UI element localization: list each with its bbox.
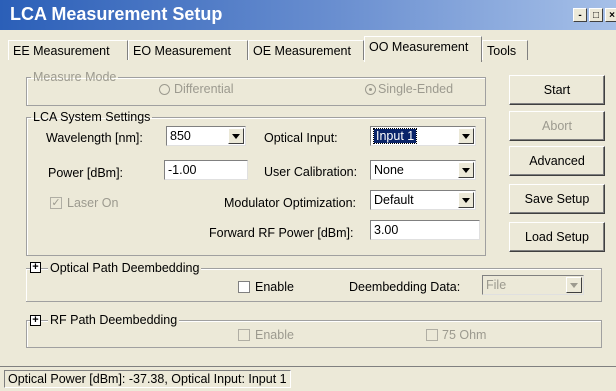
load-setup-button[interactable]: Load Setup [509,222,605,252]
forward-rf-power-label: Forward RF Power [dBm]: [209,226,354,240]
lca-setup-window: LCA Measurement Setup - □ × EE Measureme… [0,0,616,391]
differential-label: Differential [174,82,234,96]
optical-input-select[interactable]: Input 1 [370,126,476,146]
rf-deembedding-legend: RF Path Deembedding [48,313,180,327]
chevron-down-icon[interactable] [458,128,474,144]
chevron-down-icon[interactable] [458,162,474,178]
tab-eo-measurement[interactable]: EO Measurement [128,40,248,60]
wavelength-value: 850 [170,129,191,143]
rf-enable-checkbox[interactable] [238,329,250,341]
power-label: Power [dBm]: [48,166,124,180]
user-calibration-label: User Calibration: [264,165,358,179]
window-title: LCA Measurement Setup [10,4,223,24]
chevron-down-icon[interactable] [458,192,474,208]
wavelength-select[interactable]: 850 [166,126,246,146]
75-ohm-checkbox[interactable] [426,329,438,341]
tab-strip: EE Measurement EO Measurement OE Measure… [0,36,616,62]
tab-oo-measurement[interactable]: OO Measurement [364,36,482,62]
optical-input-value: Input 1 [372,128,418,144]
deembedding-data-label: Deembedding Data: [349,280,461,294]
rf-enable-label: Enable [255,328,294,342]
optical-deembedding-expand-icon[interactable]: + [30,262,41,273]
user-calibration-select[interactable]: None [370,160,476,180]
differential-radio[interactable] [159,84,170,95]
forward-rf-power-input[interactable]: 3.00 [370,220,480,240]
75-ohm-label: 75 Ohm [442,328,487,342]
modulator-optimization-label: Modulator Optimization: [224,196,357,210]
close-button[interactable]: × [605,8,616,22]
single-ended-radio[interactable] [365,84,376,95]
save-setup-button[interactable]: Save Setup [509,184,605,214]
rf-deembedding-expand-icon[interactable]: + [30,315,41,326]
abort-button[interactable]: Abort [509,111,605,141]
optical-deembedding-legend: Optical Path Deembedding [48,261,202,275]
chevron-down-icon[interactable] [228,128,244,144]
chevron-down-icon[interactable] [566,277,582,293]
status-text: Optical Power [dBm]: -37.38, Optical Inp… [4,370,291,388]
optical-enable-checkbox[interactable] [238,281,250,293]
start-button[interactable]: Start [509,75,605,105]
title-bar[interactable]: LCA Measurement Setup - □ × [0,0,616,30]
tab-tools[interactable]: Tools [482,40,528,60]
minimize-button[interactable]: - [573,8,587,22]
advanced-button[interactable]: Advanced [509,146,605,176]
tab-oe-measurement[interactable]: OE Measurement [248,40,364,60]
optical-input-label: Optical Input: [264,131,338,145]
laser-on-checkbox[interactable]: ✓ [50,197,62,209]
status-bar: Optical Power [dBm]: -37.38, Optical Inp… [0,366,616,391]
modulator-optimization-select[interactable]: Default [370,190,476,210]
power-input[interactable]: -1.00 [164,160,248,180]
wavelength-label: Wavelength [nm]: [46,131,143,145]
modulator-optimization-value: Default [374,193,414,207]
optical-enable-label: Enable [255,280,294,294]
lca-settings-legend: LCA System Settings [33,110,151,124]
single-ended-label: Single-Ended [378,82,454,96]
tab-ee-measurement[interactable]: EE Measurement [8,40,128,60]
user-calibration-value: None [374,163,404,177]
maximize-button[interactable]: □ [589,8,603,22]
deembedding-data-value: File [486,278,507,292]
laser-on-label: Laser On [67,196,119,210]
deembedding-data-select[interactable]: File [482,275,584,295]
measure-mode-legend: Measure Mode [33,70,117,84]
